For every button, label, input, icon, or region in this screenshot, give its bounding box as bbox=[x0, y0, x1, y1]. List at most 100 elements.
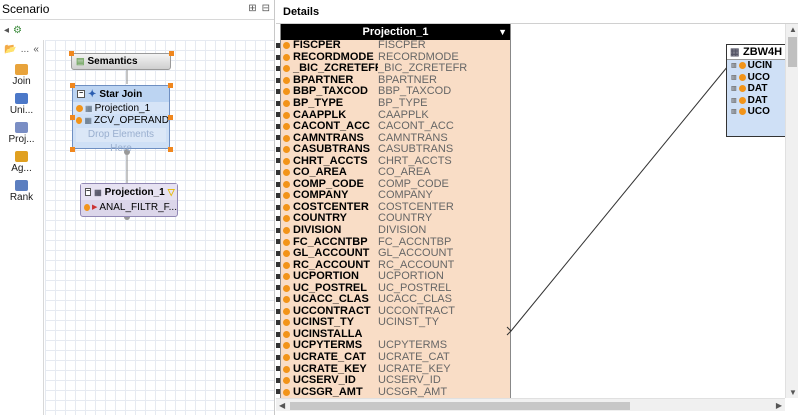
column-dot-icon bbox=[283, 261, 290, 269]
table-row[interactable]: COMP_CODE COMP_CODE bbox=[276, 179, 510, 191]
selection-handle[interactable] bbox=[168, 147, 173, 152]
gear-icon[interactable]: ⚙ bbox=[13, 25, 22, 36]
table-row[interactable]: RC_ACCOUNT RC_ACCOUNT bbox=[276, 259, 510, 271]
layout-icon[interactable]: ⊞ bbox=[248, 3, 256, 14]
table-row[interactable]: COMPANY COMPANY bbox=[276, 190, 510, 202]
scroll-thumb[interactable] bbox=[290, 402, 630, 410]
column-alias: CAAPPLK bbox=[378, 109, 429, 121]
table-row[interactable]: CHRT_ACCTS CHRT_ACCTS bbox=[276, 155, 510, 167]
table-row[interactable]: COUNTRY COUNTRY bbox=[276, 213, 510, 225]
target-table-header[interactable]: ▦ ZBW4H bbox=[727, 45, 785, 60]
table-icon: ▦ bbox=[85, 103, 93, 113]
table-row[interactable]: UC_POSTREL UC_POSTREL bbox=[276, 282, 510, 294]
table-row[interactable]: BP_TYPE BP_TYPE bbox=[276, 98, 510, 110]
projection-item[interactable]: ▶ ANAL_FILTR_F... bbox=[81, 200, 177, 214]
table-row[interactable]: UCRATE_CAT UCRATE_CAT bbox=[276, 352, 510, 364]
scenario-pane: Scenario ⊞ ⊟ ◂ ⚙ 📂 ... « Join Uni... Proj.… bbox=[0, 0, 275, 415]
table-row[interactable]: RECORDMODE RECORDMODE bbox=[276, 52, 510, 64]
column-name: UC_POSTREL bbox=[293, 282, 367, 294]
selection-handle[interactable] bbox=[70, 83, 75, 88]
table-row[interactable]: FC_ACCNTBP FC_ACCNTBP bbox=[276, 236, 510, 248]
table-row[interactable]: UCCONTRACT UCCONTRACT bbox=[276, 305, 510, 318]
scroll-right-icon[interactable]: ▶ bbox=[776, 401, 782, 410]
column-dot-icon bbox=[283, 111, 290, 119]
table-row[interactable]: UCSGR_AMT UCSGR_AMT bbox=[276, 386, 510, 398]
table-row[interactable]: CAAPPLK CAAPPLK bbox=[276, 109, 510, 121]
target-row[interactable]: ▥ UCO bbox=[727, 106, 785, 118]
column-alias: UCACC_CLAS bbox=[378, 294, 452, 306]
scroll-left-icon[interactable]: ◀ bbox=[279, 401, 285, 410]
column-dot-icon bbox=[76, 116, 83, 124]
palette-item-2[interactable]: Proj... bbox=[0, 122, 43, 145]
selection-handle[interactable] bbox=[70, 115, 75, 120]
selection-handle[interactable] bbox=[168, 115, 173, 120]
table-row[interactable]: UCPORTION UCPORTION bbox=[276, 271, 510, 283]
table-row[interactable]: UCINSTALLA bbox=[276, 328, 510, 341]
details-body[interactable]: Projection_1 ▼ FISCPER FISCPER RECORDMODE R… bbox=[276, 24, 785, 398]
star-join-item[interactable]: ▦ Projection_1 bbox=[73, 102, 169, 114]
column-name: CAAPPLK bbox=[293, 109, 347, 121]
palette-item-4[interactable]: Rank bbox=[0, 180, 43, 203]
column-alias: GL_ACCOUNT bbox=[378, 248, 454, 260]
table-row[interactable]: CASUBTRANS CASUBTRANS bbox=[276, 144, 510, 156]
table-row[interactable]: UCPYTERMS UCPYTERMS bbox=[276, 340, 510, 352]
table-row[interactable]: BPARTNER BPARTNER bbox=[276, 75, 510, 87]
selection-handle[interactable] bbox=[70, 147, 75, 152]
table-row[interactable]: UCRATE_KEY UCRATE_KEY bbox=[276, 363, 510, 375]
scenario-canvas[interactable]: ▤ Semantics − ✦ Star Join ▦ Projection_1 bbox=[45, 40, 274, 415]
target-row[interactable]: ▥ UCIN bbox=[727, 60, 785, 72]
folder-icon[interactable]: 📂 bbox=[4, 44, 16, 55]
dropdown-arrow-icon[interactable]: ▼ bbox=[498, 24, 507, 40]
table-row[interactable]: UCSERV_ID UCSERV_ID bbox=[276, 375, 510, 387]
selection-handle[interactable] bbox=[169, 51, 174, 56]
column-alias: _BIC_ZCRETEFR bbox=[378, 63, 468, 75]
palette-item-3[interactable]: Ag... bbox=[0, 151, 43, 174]
collapse-box-icon[interactable]: − bbox=[77, 90, 85, 98]
projection-node[interactable]: − ▦ Projection_1 ▽ ▶ ANAL_FILTR_F... bbox=[80, 183, 178, 217]
star-join-node[interactable]: − ✦ Star Join ▦ Projection_1 ▦ ZCV_OPERA… bbox=[72, 85, 170, 154]
drop-zone[interactable]: Drop Elements Here bbox=[76, 128, 166, 154]
star-join-item[interactable]: ▦ ZCV_OPERAND bbox=[73, 114, 169, 126]
column-name: UCINSTALLA bbox=[293, 328, 363, 340]
target-row[interactable]: ▥ DAT bbox=[727, 83, 785, 95]
column-alias: UCCONTRACT bbox=[378, 305, 455, 317]
vertical-scrollbar[interactable]: ▲ ▼ bbox=[785, 24, 798, 398]
collapse-icon[interactable]: « bbox=[33, 44, 39, 55]
table-row[interactable]: UCINST_TY UCINST_TY bbox=[276, 317, 510, 329]
column-alias: UCINST_TY bbox=[378, 317, 440, 329]
column-dot-icon bbox=[283, 42, 290, 50]
filter-icon: ▽ bbox=[167, 186, 175, 197]
table-row[interactable]: CAMNTRANS CAMNTRANS bbox=[276, 132, 510, 144]
row-marker-icon bbox=[276, 377, 280, 383]
table-row[interactable]: _BIC_ZCRETEFR _BIC_ZCRETEFR bbox=[276, 63, 510, 75]
table-row[interactable]: UCACC_CLAS UCACC_CLAS bbox=[276, 294, 510, 306]
target-row[interactable]: ▥ DAT bbox=[727, 95, 785, 107]
horizontal-scrollbar[interactable]: ◀ ▶ bbox=[276, 398, 785, 411]
projection-table[interactable]: Projection_1 ▼ FISCPER FISCPER RECORDMODE R… bbox=[276, 24, 511, 398]
palette-expander[interactable]: ... bbox=[21, 44, 29, 55]
table-row[interactable]: BBP_TAXCOD BBP_TAXCOD bbox=[276, 86, 510, 98]
minimize-icon[interactable]: ⊟ bbox=[262, 3, 270, 14]
palette-item-1[interactable]: Uni... bbox=[0, 93, 43, 116]
row-marker-icon bbox=[276, 331, 280, 337]
scroll-down-icon[interactable]: ▼ bbox=[789, 388, 797, 397]
column-dot-icon bbox=[283, 377, 290, 385]
palette-item-0[interactable]: Join bbox=[0, 64, 43, 87]
target-table[interactable]: ▦ ZBW4H ▥ UCIN ▥ UCO ▥ DAT ▥ DAT ▥ UCO bbox=[726, 44, 785, 137]
selection-handle[interactable] bbox=[168, 83, 173, 88]
table-row[interactable]: COSTCENTER COSTCENTER bbox=[276, 202, 510, 214]
collapse-box-icon[interactable]: − bbox=[85, 188, 92, 196]
semantics-node[interactable]: ▤ Semantics bbox=[71, 53, 171, 70]
projection-table-header[interactable]: Projection_1 ▼ bbox=[281, 24, 510, 40]
table-row[interactable]: GL_ACCOUNT GL_ACCOUNT bbox=[276, 248, 510, 260]
table-row[interactable]: CACONT_ACC CACONT_ACC bbox=[276, 121, 510, 133]
scroll-up-icon[interactable]: ▲ bbox=[789, 25, 797, 34]
target-column-name: DAT bbox=[747, 83, 768, 95]
selection-handle[interactable] bbox=[69, 51, 74, 56]
target-row[interactable]: ▥ UCO bbox=[727, 72, 785, 84]
table-row[interactable]: FISCPER FISCPER bbox=[276, 40, 510, 52]
table-row[interactable]: CO_AREA CO_AREA bbox=[276, 167, 510, 179]
scroll-thumb[interactable] bbox=[788, 37, 797, 67]
back-icon[interactable]: ◂ bbox=[4, 25, 9, 36]
table-row[interactable]: DIVISION DIVISION bbox=[276, 225, 510, 237]
